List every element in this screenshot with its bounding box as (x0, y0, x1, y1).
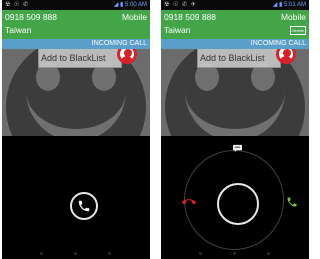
nav-bar (2, 249, 150, 259)
nav-home[interactable] (74, 252, 77, 255)
caller-number-type: Mobile (121, 12, 147, 22)
incoming-call-handle[interactable] (217, 183, 259, 225)
incoming-call-label: INCOMING CALL (161, 39, 309, 49)
blacklist-icon[interactable] (117, 49, 137, 64)
nav-bar (161, 249, 309, 259)
add-to-blacklist-button[interactable]: Add to BlackList (38, 49, 122, 68)
decline-call-icon[interactable] (182, 195, 196, 209)
caller-info-bar: 0918 509 888 Mobile Taiwan Mobile (161, 10, 309, 39)
status-icons: ☢ ☉ ✆ ✈ (164, 2, 197, 8)
caller-photo: Add to BlackList (2, 49, 150, 136)
add-to-blacklist-button[interactable]: Add to BlackList (197, 49, 281, 68)
incoming-call-label: INCOMING CALL (2, 39, 150, 49)
caller-location: Taiwan (5, 25, 32, 35)
accept-call-icon[interactable] (286, 195, 298, 209)
nav-home[interactable] (233, 252, 236, 255)
status-time: ◢ ▮ 5:00 AM (113, 2, 147, 8)
status-icons: ☢ ☉ ✆ (5, 2, 30, 8)
blacklist-icon[interactable] (276, 49, 296, 64)
phone-screen-left: ☢ ☉ ✆ ◢ ▮ 5:00 AM 0918 509 888 Mobile Ta… (2, 0, 150, 259)
nav-back[interactable] (199, 252, 202, 255)
nav-recent[interactable] (108, 252, 111, 255)
nav-back[interactable] (40, 252, 43, 255)
answer-call-button[interactable] (70, 192, 98, 220)
caller-info-bar: 0918 509 888 Mobile Taiwan (2, 10, 150, 39)
message-icon[interactable] (232, 144, 243, 153)
number-type-badge: Mobile (290, 26, 306, 35)
caller-location: Taiwan (164, 25, 191, 35)
phone-screen-right: ☢ ☉ ✆ ✈ ◢ ▮ 5:01 AM 0918 509 888 Mobile … (161, 0, 309, 259)
status-time: ◢ ▮ 5:01 AM (272, 2, 306, 8)
answer-phone-icon (78, 200, 90, 212)
nav-recent[interactable] (267, 252, 270, 255)
status-bar: ☢ ☉ ✆ ✈ ◢ ▮ 5:01 AM (161, 0, 309, 10)
caller-photo: Add to BlackList (161, 49, 309, 136)
caller-number: 0918 509 888 (164, 12, 216, 22)
caller-number: 0918 509 888 (5, 12, 57, 22)
status-bar: ☢ ☉ ✆ ◢ ▮ 5:00 AM (2, 0, 150, 10)
caller-number-type: Mobile (280, 12, 306, 22)
